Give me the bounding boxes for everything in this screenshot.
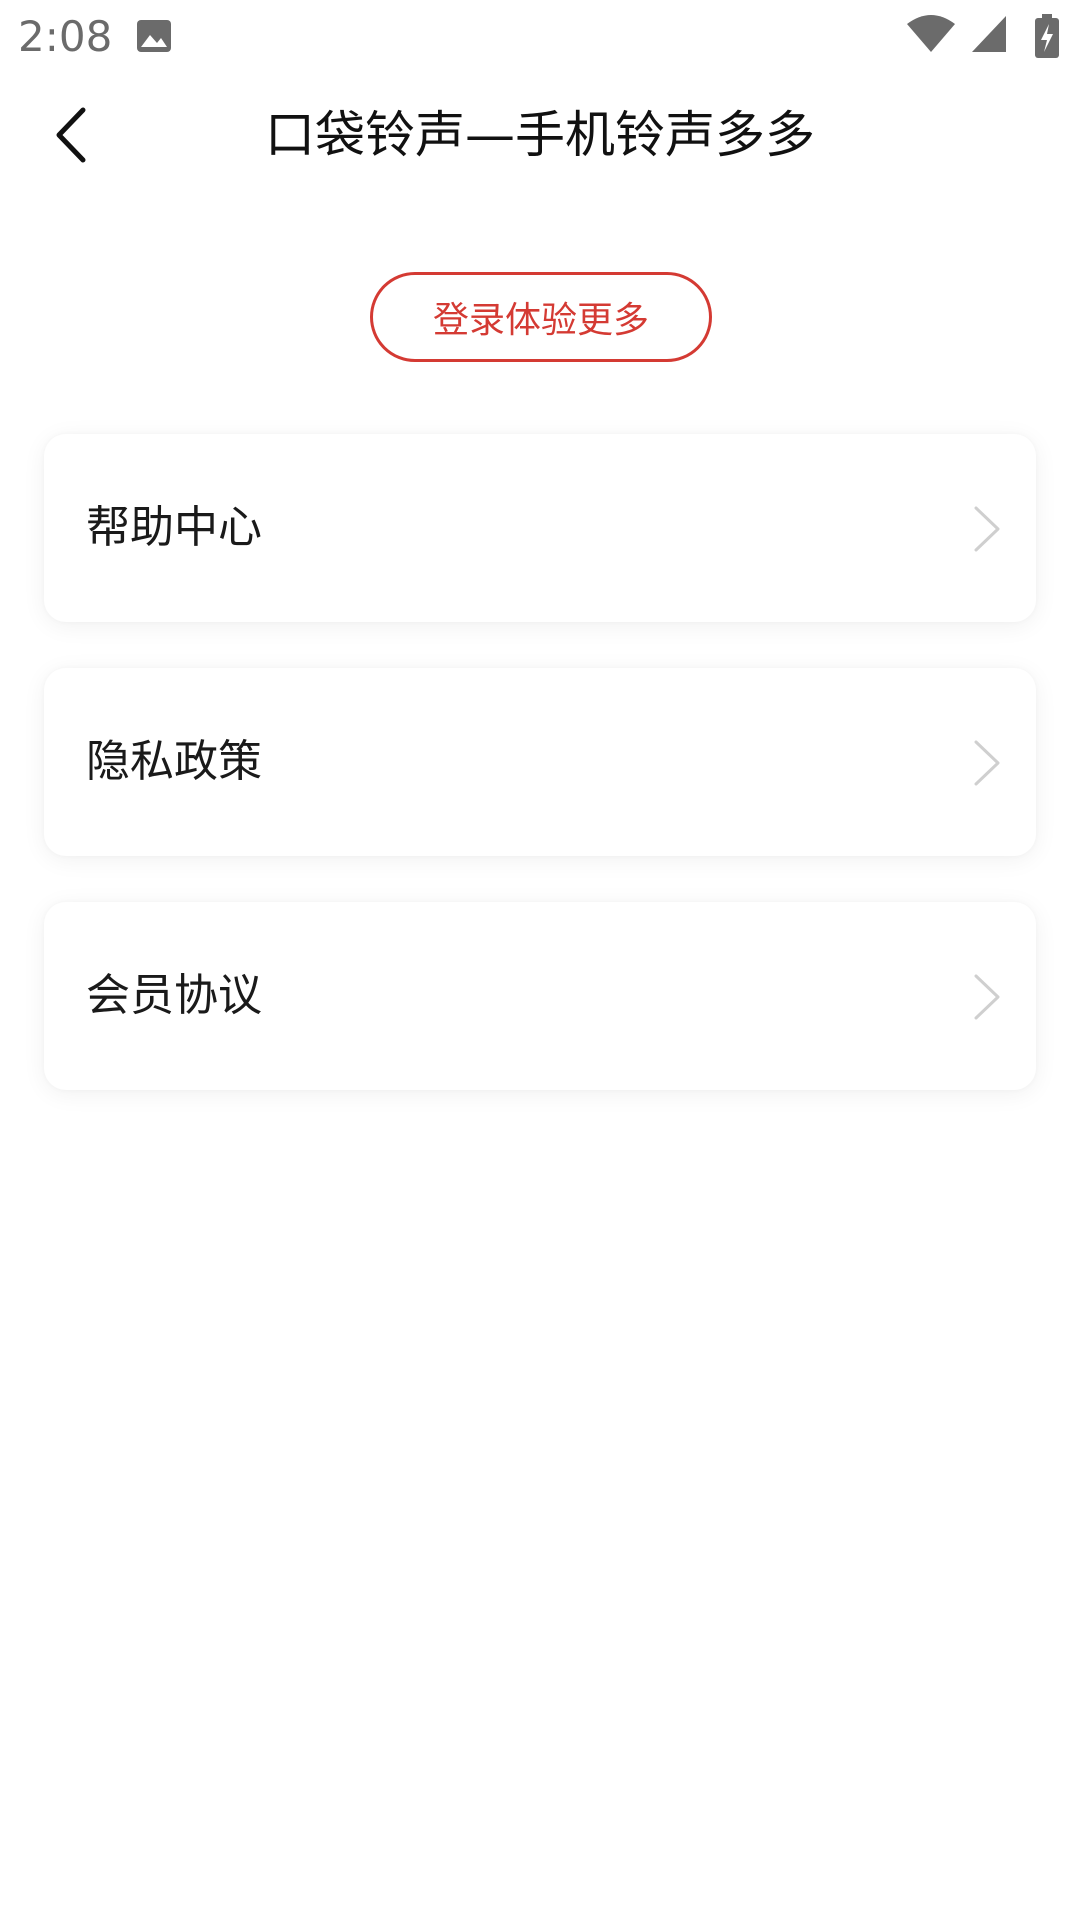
header: 口袋铃声—手机铃声多多 [0,80,1080,190]
chevron-right-icon [974,974,1000,1020]
battery-charging-icon [1035,14,1059,58]
screen: 2:08 口袋铃声—手机铃声多多 登录体验更多 帮助中心 隐私政策 会员协议 [0,0,1080,1920]
status-bar: 2:08 [0,0,1080,74]
back-button[interactable] [36,100,106,170]
page-title: 口袋铃声—手机铃声多多 [265,106,815,164]
signal-icon [972,16,1006,52]
chevron-left-icon [56,107,86,163]
wifi-icon [907,15,955,52]
menu-item-help-center[interactable]: 帮助中心 [44,434,1036,622]
menu-item-label: 会员协议 [86,970,262,1021]
login-button[interactable]: 登录体验更多 [370,272,712,362]
chevron-right-icon [974,740,1000,786]
menu-item-label: 帮助中心 [86,502,262,553]
menu-item-member-agreement[interactable]: 会员协议 [44,902,1036,1090]
image-icon [136,18,172,54]
menu-item-privacy-policy[interactable]: 隐私政策 [44,668,1036,856]
menu-item-label: 隐私政策 [86,736,262,787]
status-time: 2:08 [18,12,113,61]
chevron-right-icon [974,506,1000,552]
